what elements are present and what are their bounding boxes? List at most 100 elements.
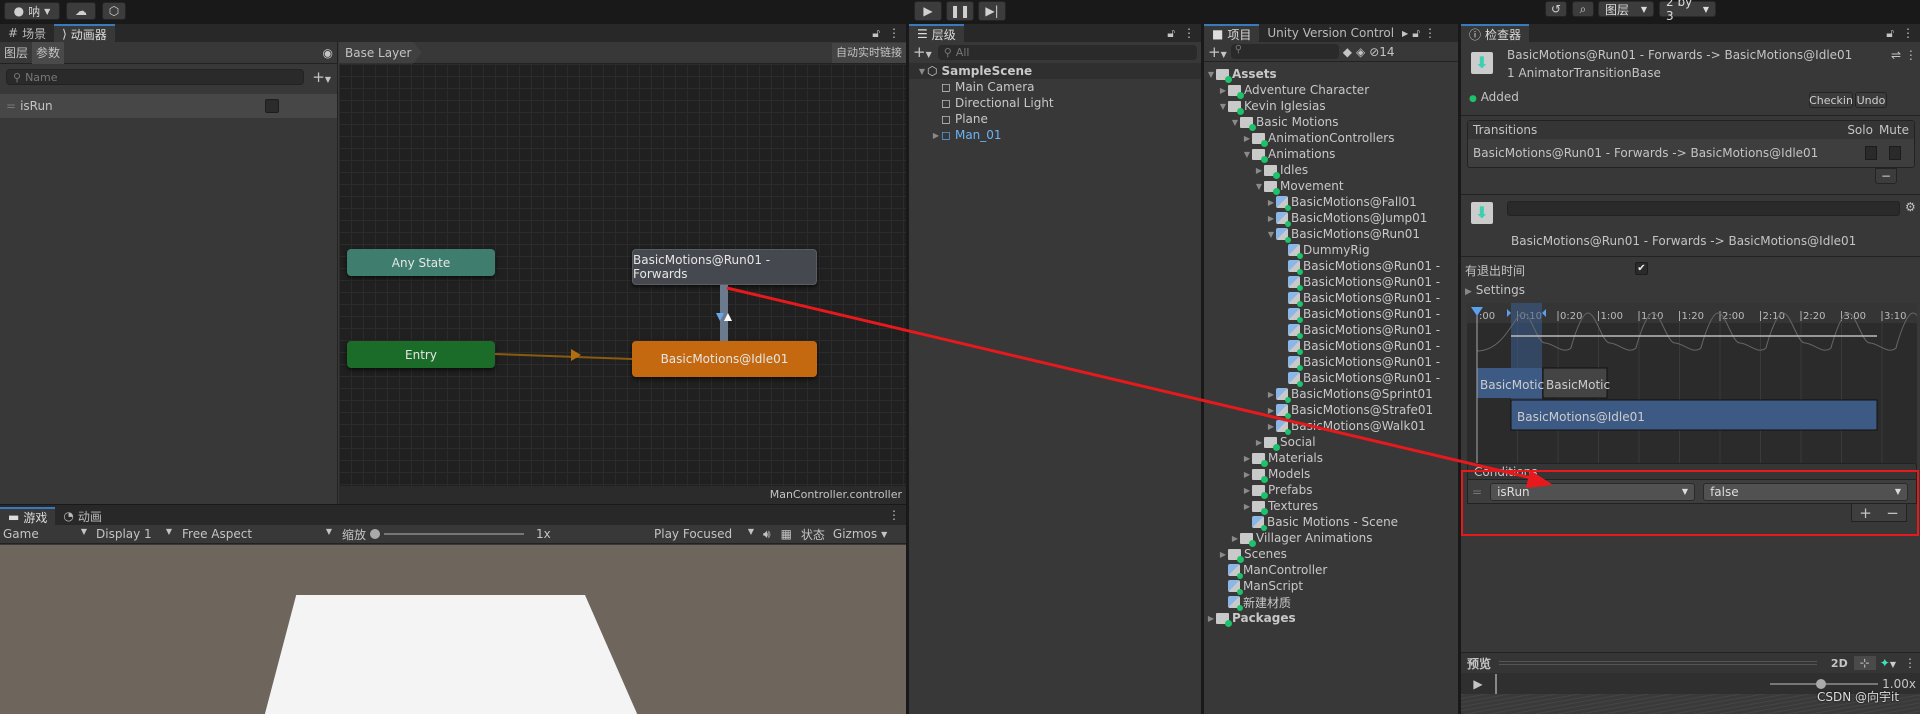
hierarchy-search-input[interactable]: ⚲ All [937,44,1197,60]
hierarchy-item[interactable]: ◻ Main Camera [909,79,1201,95]
step-button[interactable]: ▶| [978,1,1006,21]
preview-scrubber[interactable] [1495,673,1497,694]
parameter-bool-toggle[interactable] [265,99,279,113]
tab-inspector[interactable]: ⓘ 检查器 [1461,24,1530,42]
project-item[interactable]: ▼ BasicMotions@Run01 [1204,226,1458,243]
create-button[interactable]: +▼ [913,43,932,61]
project-item[interactable]: Basic Motions - Scene [1204,514,1458,531]
expand-right-icon[interactable]: ▶ [1206,614,1216,623]
hierarchy-item[interactable]: ▼ ⬡ SampleScene [909,63,1201,79]
expand-down-icon[interactable]: ▼ [1242,150,1252,159]
expand-right-icon[interactable]: ▶ [1242,454,1252,463]
param-search-input[interactable]: ⚲ Name [6,69,305,85]
project-item[interactable]: BasicMotions@Run01 - [1204,290,1458,307]
tab-project[interactable]: ■ 项目 [1204,24,1260,42]
add-parameter-button[interactable]: +▼ [312,68,331,86]
avatar-icon[interactable]: ✦▼ [1876,656,1900,670]
transition-name-input[interactable] [1507,201,1900,216]
expand-right-icon[interactable]: ▶ [1242,470,1252,479]
tab-animation[interactable]: ◔ 动画 [55,507,110,525]
project-item[interactable]: ▶ BasicMotions@Strafe01 [1204,402,1458,419]
pivot-icon[interactable]: ⊹ [1853,656,1876,670]
scale-slider[interactable]: 缩放 1x [336,526,642,543]
preview-speed-slider[interactable] [1770,678,1879,689]
expand-right-icon[interactable]: ▶ [1242,502,1252,511]
project-item[interactable]: BasicMotions@Run01 - [1204,274,1458,291]
project-item[interactable]: ▼ Basic Motions [1204,114,1458,131]
project-item[interactable]: DummyRig [1204,242,1458,259]
play-button[interactable]: ▶ [914,1,942,21]
undo-button[interactable]: Undo [1855,92,1887,108]
mute-toggle[interactable] [1889,146,1901,160]
settings-foldout[interactable]: ▶ Settings [1465,283,1525,297]
project-item[interactable]: BasicMotions@Run01 - [1204,322,1458,339]
project-item[interactable]: ▶ BasicMotions@Jump01 [1204,210,1458,227]
game-view[interactable] [0,545,906,714]
has-exit-time-checkbox[interactable]: ✔ [1635,262,1648,275]
expand-right-icon[interactable]: ▶ [931,131,941,140]
project-item[interactable]: ▶ BasicMotions@Fall01 [1204,194,1458,211]
game-dropdown[interactable]: Game ▼ [0,527,90,541]
project-item[interactable]: ▶ Adventure Character [1204,82,1458,99]
project-item[interactable]: BasicMotions@Run01 - [1204,306,1458,323]
audio-icon[interactable]: 🔊︎ [758,527,776,542]
expand-right-icon[interactable]: ▶ [1266,390,1276,399]
project-item[interactable]: ▶ Textures [1204,498,1458,515]
transition-timeline[interactable]: :000:100:201:001:101:202:002:102:203:003… [1467,303,1917,478]
project-item[interactable]: ▶ Packages [1204,610,1458,627]
filter-type-icon[interactable]: ◆ [1343,45,1352,59]
expand-right-icon[interactable]: ▶ [1266,198,1276,207]
hidden-packages-button[interactable]: ⊘14 [1369,45,1394,59]
aspect-dropdown[interactable]: Free Aspect ▼ [178,527,336,541]
expand-right-icon[interactable]: ▶ [1242,134,1252,143]
grid-icon[interactable]: ▦ [776,527,797,541]
layout-dropdown[interactable]: 2 by 3 ▼ [1659,0,1716,23]
project-item[interactable]: BasicMotions@Run01 - [1204,258,1458,275]
expand-right-icon[interactable]: ▶ [1218,86,1228,95]
settings-gear-icon[interactable]: ⚙ [1905,200,1916,214]
hierarchy-item[interactable]: ◻ Plane [909,111,1201,127]
version-control-button[interactable]: ⬡ [102,2,126,20]
project-item[interactable]: ▼ Animations [1204,146,1458,163]
project-item[interactable]: BasicMotions@Run01 - [1204,354,1458,371]
expand-right-icon[interactable]: ▶ [1254,166,1264,175]
tab-game[interactable]: ▬ 游戏 [0,507,56,525]
project-item[interactable]: ▶ Social [1204,434,1458,451]
tab-parameters[interactable]: 参数 [32,41,65,64]
layers-dropdown[interactable]: 图层 ▼ [1598,1,1654,17]
project-item[interactable]: ManController [1204,562,1458,579]
cloud-button[interactable]: ☁ [66,2,96,20]
project-item[interactable]: ▶ BasicMotions@Sprint01 [1204,386,1458,403]
stats-button[interactable]: 状态 [797,526,829,543]
expand-right-icon[interactable]: ▶ [1218,550,1228,559]
display-dropdown[interactable]: Display 1 ▼ [90,527,178,541]
project-item[interactable]: ▶ BasicMotions@Walk01 [1204,418,1458,435]
expand-right-icon[interactable]: ▶ [1230,534,1240,543]
drag-handle-icon[interactable]: = [6,99,16,113]
remove-transition-button[interactable]: − [1875,168,1897,184]
lock-icon[interactable]: 🔓︎ [872,26,880,41]
transition-list-row[interactable]: BasicMotions@Run01 - Forwards -> BasicMo… [1468,139,1914,167]
more-icon[interactable]: ⋮ [888,508,900,522]
tab-hierarchy[interactable]: ☰ 层级 [909,24,964,42]
project-item[interactable]: ▶ AnimationControllers [1204,130,1458,147]
expand-right-icon[interactable]: ▶ [1242,486,1252,495]
preview-play-button[interactable]: ▶ [1461,677,1495,691]
play-mode-dropdown[interactable]: Play Focused ▼ [650,527,758,541]
expand-right-icon[interactable]: ▼ [917,67,927,76]
expand-down-icon[interactable]: ▼ [1218,102,1228,111]
expand-right-icon[interactable]: ▶ [1266,422,1276,431]
tab-version-control[interactable]: Unity Version Control [1259,24,1402,42]
expand-right-icon[interactable]: ▶ [1254,438,1264,447]
preset-icon[interactable]: ⇌ ⋮ [1891,48,1917,62]
checkin-button[interactable]: Checkin [1809,92,1853,108]
project-item[interactable]: ManScript [1204,578,1458,595]
project-item[interactable]: ▶ Models [1204,466,1458,483]
search-button[interactable]: ⌕ [1572,1,1594,17]
label-icon[interactable]: ◈ [1356,45,1365,59]
parameter-row[interactable]: = isRun [0,94,337,118]
project-search-input[interactable]: ⚲ [1230,44,1339,59]
expand-down-icon[interactable]: ▼ [1266,230,1276,239]
expand-right-icon[interactable]: ▶ [1266,214,1276,223]
lock-icon[interactable]: 🔓︎ [1167,26,1175,41]
